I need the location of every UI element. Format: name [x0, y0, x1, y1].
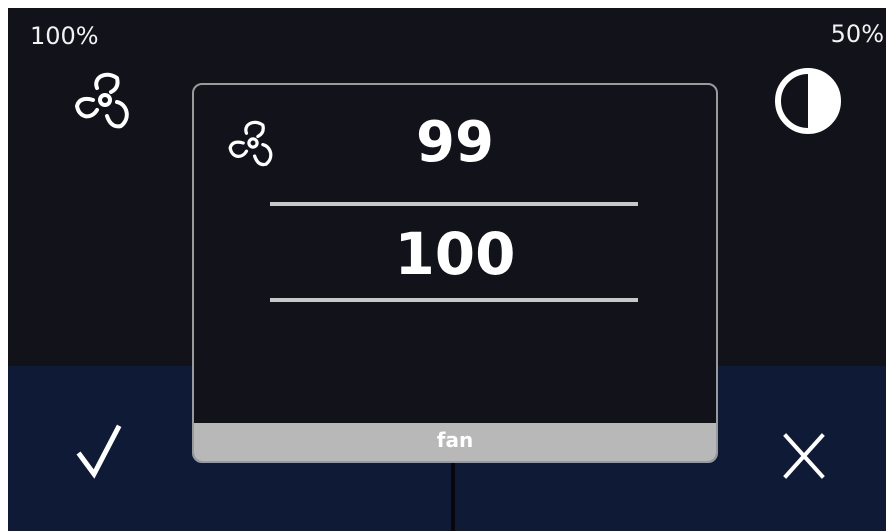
target-value[interactable]: 100: [194, 225, 716, 283]
light-level-label: 50%: [830, 20, 884, 48]
cancel-button[interactable]: [768, 416, 840, 488]
close-icon: [783, 433, 825, 479]
fan-icon[interactable]: [67, 64, 143, 136]
confirm-button[interactable]: [64, 416, 136, 488]
dialog-label: fan: [194, 423, 716, 461]
value-dialog: 99 100 fan: [192, 83, 718, 463]
value-divider: [270, 298, 638, 302]
fan-speed-label: 100%: [30, 22, 99, 50]
current-value: 99: [416, 110, 494, 175]
half-circle-icon[interactable]: [772, 65, 844, 137]
checkmark-icon: [76, 424, 122, 479]
value-divider: [270, 202, 638, 206]
screen: 100% 50% 99 100 fan: [8, 8, 886, 531]
